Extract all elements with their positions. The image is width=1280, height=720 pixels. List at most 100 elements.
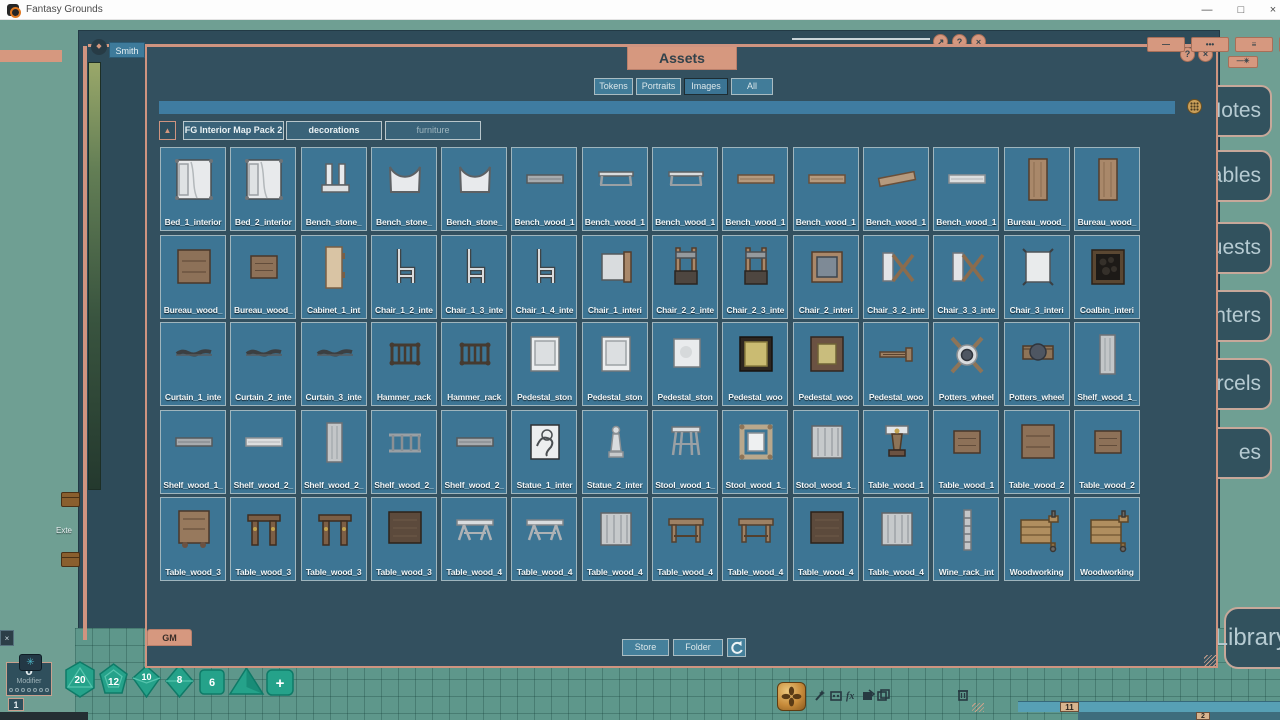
window-close-mini-icon[interactable]: × [0,630,14,646]
asset-tile[interactable]: Table_wood_4 [582,497,648,581]
smith-image-tab[interactable]: Smith [109,42,145,58]
asset-tile[interactable]: Bed_1_interior [160,147,226,231]
asset-tile[interactable]: Coalbin_interi [1074,235,1140,319]
asset-tile[interactable]: Statue_1_inter [511,410,577,494]
asset-tile[interactable]: Table_wood_3 [301,497,367,581]
zoom-slider[interactable] [792,38,930,40]
asset-tile[interactable]: Bureau_wood_ [1074,147,1140,231]
asset-tile[interactable]: Bench_stone_ [441,147,507,231]
d6-die[interactable]: 6 [198,668,226,701]
asset-tile[interactable]: Table_wood_3 [230,497,296,581]
asset-tile[interactable]: Chair_1_interi [582,235,648,319]
asset-tile[interactable]: Table_wood_1 [863,410,929,494]
asset-tile[interactable]: Shelf_wood_2_ [301,410,367,494]
asset-tile[interactable]: Potters_wheel [1004,322,1070,406]
asset-tile[interactable]: Pedestal_woo [793,322,859,406]
breadcrumb-2[interactable]: decorations [286,121,382,140]
asset-tile[interactable]: Shelf_wood_2_ [441,410,507,494]
asset-tile[interactable]: Shelf_wood_2_ [371,410,437,494]
refresh-icon[interactable] [727,638,746,657]
gm-chat-tab[interactable]: GM [147,629,192,646]
dialog-title[interactable]: Assets [627,47,737,70]
asset-tile[interactable]: Bureau_wood_ [160,235,226,319]
item-chest-icon[interactable] [61,552,80,567]
asset-tile[interactable]: Bureau_wood_ [1004,147,1070,231]
asset-tile[interactable]: Shelf_wood_1_ [1074,322,1140,406]
asset-tile[interactable]: Curtain_3_inte [301,322,367,406]
folder-button[interactable]: Folder [673,639,723,656]
asset-tile[interactable]: Bench_wood_1 [722,147,788,231]
asset-tile[interactable]: Pedestal_ston [652,322,718,406]
close-button[interactable]: × [1258,0,1280,20]
copy-icon[interactable] [876,688,890,702]
asset-tile[interactable]: Hammer_rack [371,322,437,406]
asset-tile[interactable]: Woodworking [1074,497,1140,581]
asset-tile[interactable]: Bench_wood_1 [652,147,718,231]
asset-tile[interactable]: Chair_1_3_inte [441,235,507,319]
asset-tile[interactable]: Bench_wood_1 [793,147,859,231]
asset-tile[interactable]: Potters_wheel [933,322,999,406]
asset-tile[interactable]: Shelf_wood_1_ [160,410,226,494]
asset-tile[interactable]: Pedestal_ston [511,322,577,406]
asset-tile[interactable]: Stool_wood_1_ [722,410,788,494]
asset-tile[interactable]: Table_wood_4 [722,497,788,581]
sidebar-pin-button[interactable]: —✳ [1228,56,1258,68]
asset-tile[interactable]: Bench_stone_ [301,147,367,231]
asset-tile[interactable]: Chair_2_2_inte [652,235,718,319]
delete-icon[interactable] [956,688,970,702]
asset-tile[interactable]: Table_wood_3 [371,497,437,581]
asset-tile[interactable]: Bed_2_interior [230,147,296,231]
asset-tile[interactable]: Chair_2_interi [793,235,859,319]
maximize-button[interactable]: □ [1226,0,1256,20]
asset-tile[interactable]: Stool_wood_1_ [652,410,718,494]
asset-tile[interactable]: Bench_wood_1 [511,147,577,231]
asset-tile[interactable]: Chair_3_interi [1004,235,1070,319]
asset-tile[interactable]: Wine_rack_int [933,497,999,581]
asset-tile[interactable]: Chair_1_2_inte [371,235,437,319]
asset-tile[interactable]: Shelf_wood_2_ [230,410,296,494]
hotkey-bar-1[interactable] [1018,701,1280,712]
item-chest-icon[interactable] [61,492,80,507]
asset-tile[interactable]: Table_wood_4 [441,497,507,581]
asset-tile[interactable]: Curtain_2_inte [230,322,296,406]
asset-tile[interactable]: Chair_1_4_inte [511,235,577,319]
search-input[interactable] [159,101,1175,114]
fg-tools-button[interactable] [777,682,806,711]
asset-tile[interactable]: Bureau_wood_ [230,235,296,319]
tab-tokens[interactable]: Tokens [594,78,633,95]
hotkey-bar-2[interactable] [1078,712,1280,720]
window-menu-icon[interactable]: ◆ [91,39,107,55]
asset-tile[interactable]: Curtain_1_inte [160,322,226,406]
asset-tile[interactable]: Bench_stone_ [371,147,437,231]
resize-handle[interactable] [1204,655,1216,667]
options-dots-button[interactable]: ••• [1191,37,1229,52]
asset-tile[interactable]: Pedestal_woo [722,322,788,406]
folder-up-button[interactable]: ▲ [159,121,176,140]
store-button[interactable]: Store [622,639,669,656]
d12-die[interactable]: 12 [97,663,130,703]
asset-tile[interactable]: Table_wood_4 [863,497,929,581]
breadcrumb-1[interactable]: FG Interior Map Pack 2 [183,121,284,140]
token-grid-icon[interactable] [829,688,843,702]
asset-tile[interactable]: Table_wood_4 [652,497,718,581]
grid-view-icon[interactable] [1187,99,1202,114]
asset-tile[interactable]: Table_wood_4 [793,497,859,581]
asset-tile[interactable]: Chair_3_2_inte [863,235,929,319]
radial-menu-icon[interactable]: ✳ [19,654,42,671]
tab-all[interactable]: All [731,78,773,95]
export-icon[interactable] [861,688,875,702]
d20-die[interactable]: 20 [63,661,97,703]
asset-tile[interactable]: Cabinet_1_int [301,235,367,319]
asset-tile[interactable]: Table_wood_2 [1074,410,1140,494]
collapse-sidebar-button[interactable]: — [1147,37,1185,52]
add-die-die[interactable]: + [265,668,295,702]
asset-tile[interactable]: Bench_wood_1 [933,147,999,231]
asset-tile[interactable]: Table_wood_2 [1004,410,1070,494]
asset-tile[interactable]: Pedestal_ston [582,322,648,406]
asset-tile[interactable]: Chair_2_3_inte [722,235,788,319]
asset-tile[interactable]: Bench_wood_1 [863,147,929,231]
sidebar-button-library[interactable]: Library [1224,607,1280,669]
fx-icon[interactable]: fx [845,688,859,702]
asset-tile[interactable]: Stool_wood_1_ [793,410,859,494]
tab-images[interactable]: Images [684,78,728,95]
